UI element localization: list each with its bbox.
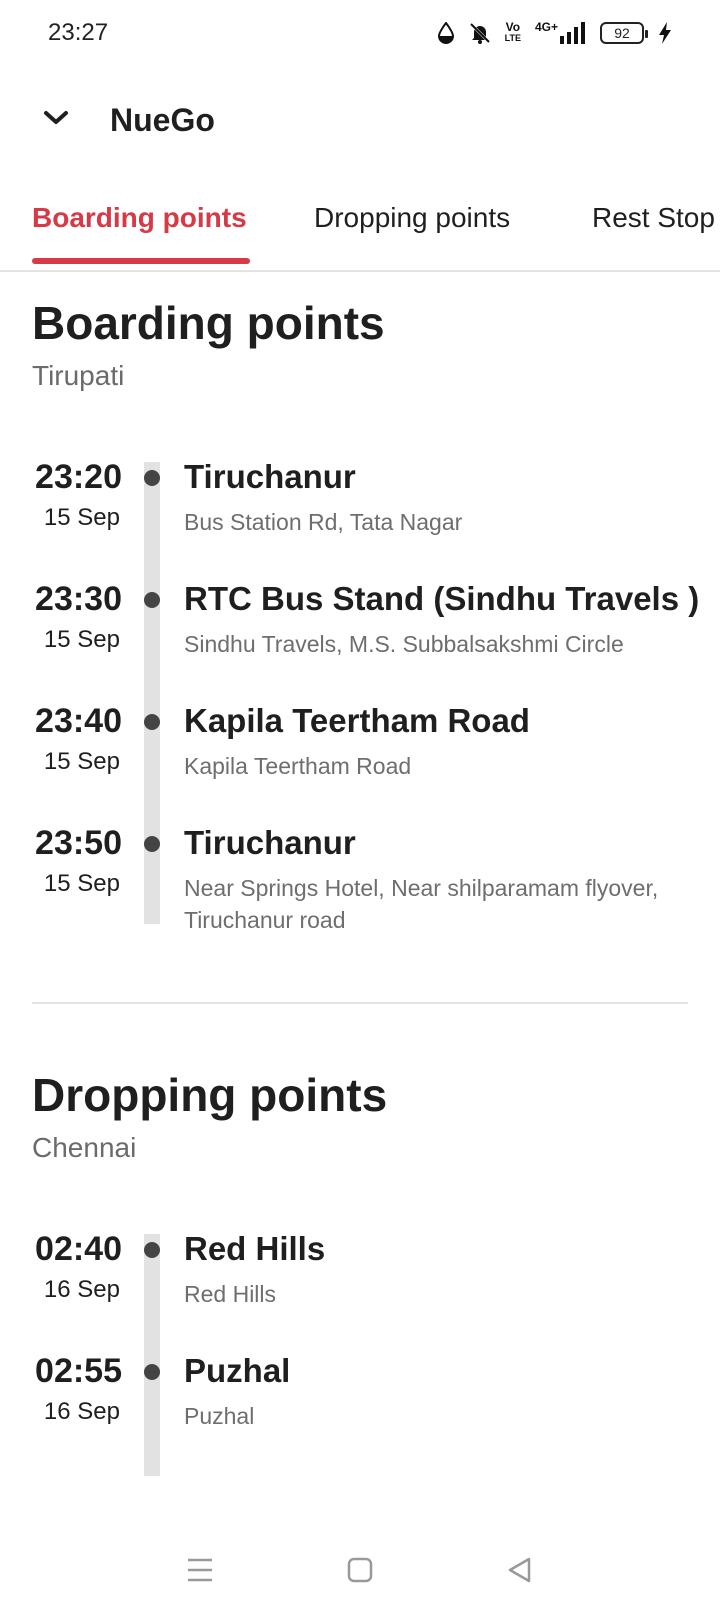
back-triangle-icon bbox=[506, 1556, 534, 1589]
stop-time: 23:50 bbox=[35, 824, 122, 862]
boarding-stop[interactable]: 23:40 15 Sep Kapila Teertham Road Kapila… bbox=[0, 702, 720, 822]
tab-rest-stop[interactable]: Rest Stop bbox=[592, 202, 715, 234]
dropping-city: Chennai bbox=[32, 1132, 137, 1163]
tab-bar: Boarding points Dropping points Rest Sto… bbox=[0, 180, 720, 272]
boarding-section-title: Boarding points bbox=[32, 297, 385, 349]
bell-off-icon bbox=[469, 22, 491, 44]
dropping-section-title: Dropping points bbox=[32, 1069, 388, 1121]
stop-name: Tiruchanur bbox=[184, 824, 356, 861]
stop-date: 15 Sep bbox=[43, 504, 120, 531]
timeline-dot bbox=[144, 1242, 160, 1258]
home-button[interactable] bbox=[330, 1542, 390, 1602]
tab-dropping-points[interactable]: Dropping points bbox=[314, 202, 510, 234]
stop-name: RTC Bus Stand (Sindhu Travels ) bbox=[184, 580, 700, 617]
boarding-stop[interactable]: 23:30 15 Sep RTC Bus Stand (Sindhu Trave… bbox=[0, 580, 720, 700]
volte-icon: Vo LTE bbox=[504, 20, 521, 44]
boarding-stop[interactable]: 23:20 15 Sep Tiruchanur Bus Station Rd, … bbox=[0, 458, 720, 578]
stop-address: Red Hills bbox=[184, 1281, 277, 1307]
charging-icon bbox=[658, 22, 672, 44]
stop-address: Near Springs Hotel, Near shilparamam fly… bbox=[184, 875, 659, 933]
volte-top: Vo bbox=[505, 20, 521, 34]
stop-name: Red Hills bbox=[184, 1230, 326, 1267]
tab-boarding-points[interactable]: Boarding points bbox=[32, 202, 247, 234]
stop-address: Sindhu Travels, M.S. Subbalsakshmi Circl… bbox=[184, 631, 624, 657]
timeline-dot bbox=[144, 714, 160, 730]
back-button[interactable] bbox=[490, 1542, 550, 1602]
stop-date: 15 Sep bbox=[43, 626, 120, 653]
network-type: 4G+ bbox=[534, 20, 558, 34]
dropping-stop[interactable]: 02:40 16 Sep Red Hills Red Hills bbox=[0, 1230, 720, 1350]
stop-date: 16 Sep bbox=[43, 1398, 120, 1425]
stop-time: 23:20 bbox=[35, 458, 122, 496]
timeline-dot bbox=[144, 470, 160, 486]
timeline-dot bbox=[144, 1364, 160, 1380]
timeline-dot bbox=[144, 592, 160, 608]
stop-date: 15 Sep bbox=[43, 748, 120, 775]
signal-icon: 4G+ bbox=[534, 20, 586, 44]
app-title: NueGo bbox=[110, 101, 215, 138]
chevron-down-icon bbox=[43, 110, 69, 131]
dropping-stop[interactable]: 02:55 16 Sep Puzhal Puzhal bbox=[0, 1352, 720, 1472]
status-bar: 23:27 Vo LTE 4G+ 92 bbox=[0, 0, 720, 66]
stop-address: Kapila Teertham Road bbox=[184, 753, 412, 779]
menu-button[interactable] bbox=[170, 1542, 230, 1602]
boarding-stop[interactable]: 23:50 15 Sep Tiruchanur Near Springs Hot… bbox=[0, 824, 720, 934]
battery-icon: 92 bbox=[600, 22, 648, 44]
volte-bottom: LTE bbox=[504, 33, 521, 43]
collapse-button[interactable] bbox=[26, 90, 86, 150]
stop-time: 02:40 bbox=[35, 1230, 122, 1268]
stop-address: Puzhal bbox=[184, 1403, 255, 1429]
system-nav-bar bbox=[0, 1532, 720, 1612]
stop-name: Puzhal bbox=[184, 1352, 291, 1389]
stop-address: Bus Station Rd, Tata Nagar bbox=[184, 509, 463, 535]
active-tab-indicator bbox=[32, 258, 250, 264]
stop-time: 02:55 bbox=[35, 1352, 122, 1390]
stop-date: 16 Sep bbox=[43, 1276, 120, 1303]
timeline-dot bbox=[144, 836, 160, 852]
home-square-icon bbox=[346, 1556, 374, 1589]
stop-name: Kapila Teertham Road bbox=[184, 702, 530, 739]
stop-time: 23:40 bbox=[35, 702, 122, 740]
stop-date: 15 Sep bbox=[43, 870, 120, 897]
stop-name: Tiruchanur bbox=[184, 458, 356, 495]
section-divider bbox=[32, 1002, 688, 1004]
stop-time: 23:30 bbox=[35, 580, 122, 618]
app-header: NueGo bbox=[0, 80, 720, 160]
status-time: 23:27 bbox=[48, 19, 109, 46]
boarding-city: Tirupati bbox=[32, 360, 125, 391]
status-icons: Vo LTE 4G+ 92 bbox=[437, 20, 672, 44]
menu-icon bbox=[186, 1557, 214, 1588]
water-drop-icon bbox=[437, 22, 455, 44]
battery-level: 92 bbox=[614, 25, 630, 41]
